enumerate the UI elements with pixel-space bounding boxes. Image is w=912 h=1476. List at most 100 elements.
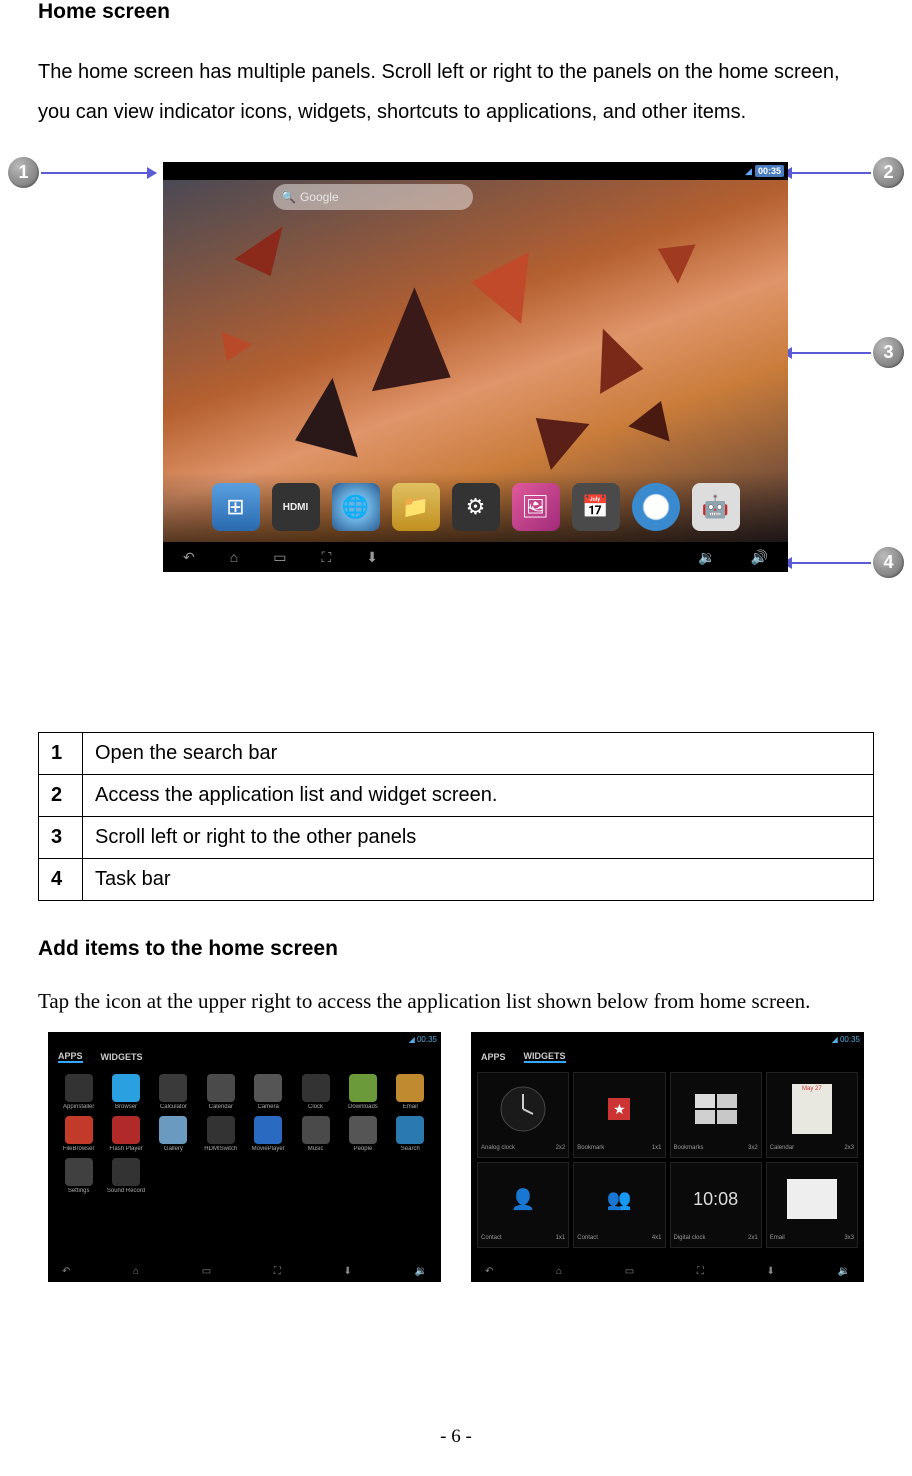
screenshot-icon[interactable]: ⛶ [697,1266,704,1277]
volume-icon[interactable]: 🔉 [837,1266,849,1277]
navigation-bar: ↶ ⌂ ▭ ⛶ ⬇ 🔉 🔊 [163,542,788,572]
app-item[interactable]: Calendar [200,1074,241,1110]
widget-label: Calendar2x3 [767,1145,857,1157]
screenshot-icon[interactable]: ⛶ [274,1266,281,1277]
app-label: Calculator [160,1104,187,1110]
volume-up-icon[interactable]: 🔊 [751,549,768,566]
legend-text: Open the search bar [83,733,874,775]
app-item[interactable]: HDMISwitch [200,1116,241,1152]
legend-number: 4 [39,859,83,901]
app-icon [207,1116,235,1144]
app-item[interactable]: Email [390,1074,431,1110]
app-icon [396,1074,424,1102]
widget-item[interactable]: May 27Calendar2x3 [766,1072,858,1158]
dock-app[interactable]: HDMI [272,483,320,531]
widget-label: Contact4x1 [574,1235,664,1247]
app-item[interactable]: Clock [295,1074,336,1110]
widget-label: Digital clock2x1 [671,1235,761,1247]
legend-row: 2Access the application list and widget … [39,775,874,817]
dock-app[interactable]: ▶ [632,483,680,531]
back-icon[interactable]: ↶ [183,549,195,566]
dock-app[interactable]: ⊞ [212,483,260,531]
widget-preview: 10:08 [671,1163,761,1235]
thumb-nav: ↶ ⌂ ▭ ⛶ ⬇ 🔉 [48,1260,441,1282]
app-item[interactable]: People [342,1116,383,1152]
app-label: MoviePlayer [252,1146,285,1152]
widget-item[interactable]: ★Bookmark1x1 [573,1072,665,1158]
home-icon[interactable]: ⌂ [556,1266,562,1277]
dock-app[interactable]: 🖼 [512,483,560,531]
app-icon [112,1074,140,1102]
add-items-paragraph: Tap the icon at the upper right to acces… [38,989,874,1014]
arrow-1 [41,172,156,174]
app-dock: ⊞ HDMI 🌐 📁 ⚙ 🖼 📅 ▶ 🤖 [163,472,788,542]
app-item[interactable]: Gallery [153,1116,194,1152]
dock-app[interactable]: 📅 [572,483,620,531]
widget-item[interactable]: 👥Contact4x1 [573,1162,665,1248]
recent-icon[interactable]: ▭ [273,549,286,566]
thumbnail-row: ◢ 00:35 APPS WIDGETS AppinstallerBrowser… [38,1032,874,1282]
widget-preview [671,1073,761,1145]
app-icon [302,1116,330,1144]
volume-icon[interactable]: 🔉 [414,1266,426,1277]
widget-item[interactable]: Bookmarks3x2 [670,1072,762,1158]
app-item[interactable]: Flash Player [105,1116,146,1152]
screenshot-icon[interactable]: ⛶ [321,549,331,566]
app-icon [159,1116,187,1144]
app-item[interactable]: Calculator [153,1074,194,1110]
callout-2: 2 [873,157,904,188]
app-item[interactable]: FileBrowser [58,1116,99,1152]
legend-row: 1Open the search bar [39,733,874,775]
home-icon[interactable]: ⌂ [230,549,238,566]
back-icon[interactable]: ↶ [485,1266,493,1277]
heading-home-screen: Home screen [38,0,874,24]
apps-screen-thumbnail: ◢ 00:35 APPS WIDGETS AppinstallerBrowser… [48,1032,441,1282]
home-icon[interactable]: ⌂ [133,1266,139,1277]
app-item[interactable]: Downloads [342,1074,383,1110]
widget-preview [767,1163,857,1235]
tab-apps[interactable]: APPS [58,1051,83,1063]
app-label: HDMISwitch [204,1146,237,1152]
tab-widgets[interactable]: WIDGETS [101,1052,143,1062]
app-item[interactable]: MoviePlayer [248,1116,289,1152]
dock-app[interactable]: 📁 [392,483,440,531]
legend-row: 4Task bar [39,859,874,901]
home-screen-screenshot: ◢ 00:35 🔍 Google ⊞ HDMI 🌐 📁 ⚙ 🖼 📅 ▶ 🤖 [163,162,788,572]
app-item[interactable]: Sound Record [105,1158,146,1194]
search-bar[interactable]: 🔍 Google [273,184,473,210]
download-icon[interactable]: ⬇ [343,1266,351,1277]
legend-row: 3Scroll left or right to the other panel… [39,817,874,859]
widget-item[interactable]: Analog clock2x2 [477,1072,569,1158]
app-item[interactable]: Settings [58,1158,99,1194]
download-icon[interactable]: ⬇ [366,549,378,566]
dock-app[interactable]: ⚙ [452,483,500,531]
recent-icon[interactable]: ▭ [625,1266,634,1277]
widget-preview: 👥 [574,1163,664,1235]
recent-icon[interactable]: ▭ [202,1266,211,1277]
widget-label: Bookmark1x1 [574,1145,664,1157]
app-item[interactable]: Appinstaller [58,1074,99,1110]
app-item[interactable]: Search [390,1116,431,1152]
app-label: Calendar [209,1104,233,1110]
dock-app[interactable]: 🤖 [692,483,740,531]
arrow-4 [783,562,871,564]
search-icon: 🔍 [281,190,296,204]
app-icon [302,1074,330,1102]
back-icon[interactable]: ↶ [62,1266,70,1277]
volume-down-icon[interactable]: 🔉 [698,549,715,566]
dock-app[interactable]: 🌐 [332,483,380,531]
widget-item[interactable]: 10:08Digital clock2x1 [670,1162,762,1248]
widget-item[interactable]: Email3x3 [766,1162,858,1248]
app-item[interactable]: Camera [248,1074,289,1110]
download-icon[interactable]: ⬇ [766,1266,774,1277]
thumb-nav: ↶ ⌂ ▭ ⛶ ⬇ 🔉 [471,1260,864,1282]
app-label: Music [308,1146,324,1152]
legend-text: Scroll left or right to the other panels [83,817,874,859]
tab-widgets[interactable]: WIDGETS [524,1051,566,1063]
tab-apps[interactable]: APPS [481,1052,506,1062]
wifi-icon: ◢ [745,166,752,177]
app-item[interactable]: Browser [105,1074,146,1110]
app-label: Flash Player [109,1146,142,1152]
widget-item[interactable]: 👤Contact1x1 [477,1162,569,1248]
app-item[interactable]: Music [295,1116,336,1152]
